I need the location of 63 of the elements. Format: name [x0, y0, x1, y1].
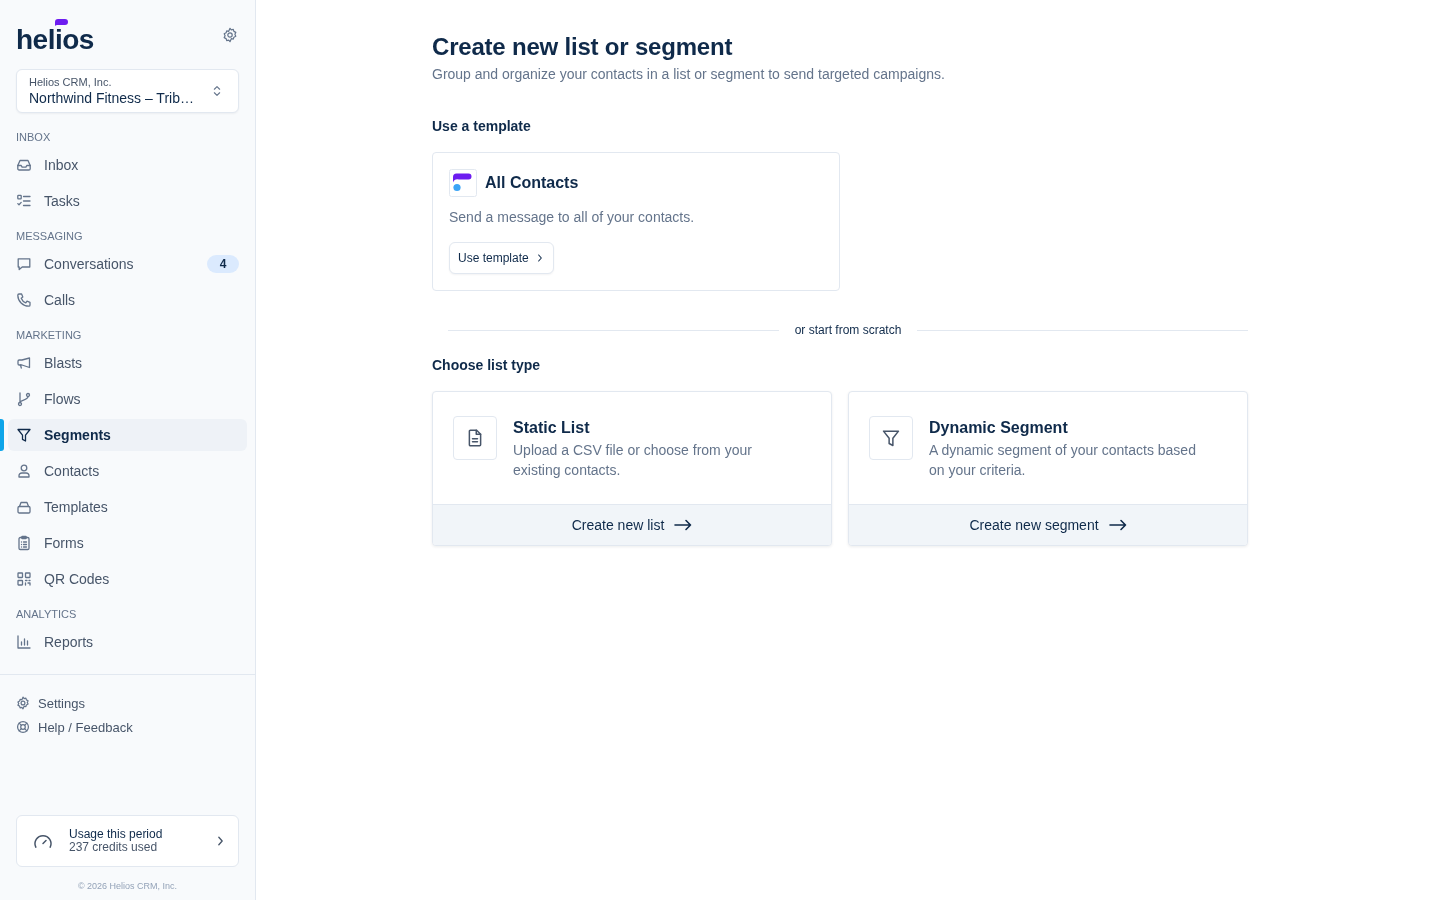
option-description: Upload a CSV file or choose from your existing contacts.	[513, 441, 753, 480]
bar-chart-icon	[16, 634, 32, 650]
gear-icon	[16, 696, 30, 710]
chat-bubble-icon	[16, 256, 32, 272]
sidebar-link[interactable]: Settings	[16, 693, 85, 713]
create-segment-button[interactable]: Create new segment	[849, 504, 1247, 545]
nav-item[interactable]: Inbox	[8, 149, 247, 181]
megaphone-icon	[16, 355, 32, 371]
funnel-icon	[869, 416, 913, 460]
option-description: A dynamic segment of your contacts based on your criteria.	[929, 441, 1197, 480]
section-heading: Use a template	[432, 117, 532, 136]
logo-wordmark: helios	[16, 26, 94, 54]
active-indicator	[0, 419, 4, 451]
chevron-right-icon	[536, 254, 543, 262]
nav-section-label: INBOX	[15, 130, 52, 144]
option-title: Dynamic Segment	[929, 418, 1069, 438]
page-subtitle: Group and organize your contacts in a list or segment to send targeted campaigns.	[432, 65, 946, 84]
divider-label: or start from scratch	[794, 322, 902, 338]
life-ring-icon	[16, 720, 30, 734]
logo-mark-icon	[449, 169, 477, 197]
usage-card[interactable]: Usage this period 237 credits used	[16, 815, 239, 867]
funnel-icon	[16, 427, 32, 443]
person-icon	[16, 463, 32, 479]
nav-section-label: MARKETING	[15, 328, 83, 342]
create-list-button[interactable]: Create new list	[433, 504, 831, 545]
copyright-text: © 2026 Helios CRM, Inc.	[77, 880, 178, 892]
nav-item[interactable]: Contacts	[8, 455, 247, 487]
nav-item[interactable]: Flows	[8, 383, 247, 415]
template-description: Send a message to all of your contacts.	[449, 208, 696, 227]
settings-button[interactable]	[222, 27, 238, 43]
nav-item[interactable]: Conversations 4	[8, 248, 247, 280]
logo-mark-icon	[55, 19, 68, 26]
nav-item[interactable]: Templates	[8, 491, 247, 523]
inbox-tray-icon	[16, 157, 32, 173]
count-badge: 4	[207, 255, 239, 273]
chevron-right-icon	[217, 836, 224, 846]
box-icon	[16, 499, 32, 515]
gear-icon	[222, 27, 238, 43]
phone-icon	[16, 292, 32, 308]
template-title: All Contacts	[485, 173, 579, 193]
nav-section-label: ANALYTICS	[15, 607, 78, 621]
nav-item[interactable]: Reports	[8, 626, 247, 658]
arrow-right-icon	[1108, 519, 1127, 531]
nav-item[interactable]: QR Codes	[8, 563, 247, 595]
checklist-icon	[16, 193, 32, 209]
sidebar-link[interactable]: Help / Feedback	[16, 717, 133, 737]
document-icon	[453, 416, 497, 460]
gauge-icon	[33, 833, 53, 849]
clipboard-icon	[16, 535, 32, 551]
nav-item[interactable]: Tasks	[8, 185, 247, 217]
nav-section-label: MESSAGING	[15, 229, 84, 243]
nav-item[interactable]: Calls	[8, 284, 247, 316]
page-title: Create new list or segment	[432, 32, 734, 62]
nav-item[interactable]: Segments	[8, 419, 247, 451]
qr-code-icon	[16, 571, 32, 587]
section-heading: Choose list type	[432, 356, 542, 375]
arrow-right-icon	[674, 519, 693, 531]
option-title: Static List	[513, 418, 591, 438]
use-template-button[interactable]: Use template	[449, 242, 554, 274]
branch-icon	[16, 391, 32, 407]
nav-item[interactable]: Forms	[8, 527, 247, 559]
nav-item[interactable]: Blasts	[8, 347, 247, 379]
workspace-switcher[interactable]: Helios CRM, Inc. Northwind Fitness – Trib…	[16, 69, 239, 113]
